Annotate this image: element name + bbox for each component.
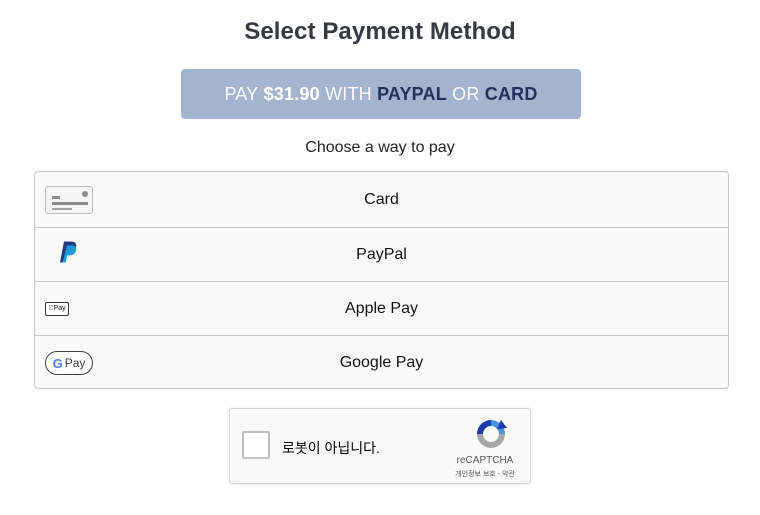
pay-button-card: CARD — [484, 83, 538, 104]
pay-button-or: OR — [452, 83, 480, 104]
recaptcha-widget: 로봇이 아닙니다. reCAPTCHA 개인정보 보호 - 약관 — [229, 408, 531, 484]
payment-option-card[interactable]: Card — [35, 172, 728, 228]
recaptcha-brand: reCAPTCHA — [456, 455, 514, 466]
payment-option-paypal[interactable]: PayPal — [35, 228, 728, 282]
choose-label: Choose a way to pay — [305, 139, 455, 156]
recaptcha-terms-link[interactable]: 약관 — [502, 471, 515, 478]
recaptcha-checkbox[interactable] — [242, 431, 270, 459]
payment-option-label: Card — [364, 190, 399, 208]
recaptcha-logo-icon — [474, 417, 508, 451]
payment-option-label: PayPal — [356, 245, 407, 263]
payment-option-label: Google Pay — [339, 354, 424, 371]
pay-button-with: WITH — [325, 83, 372, 104]
pay-button-paypal: PAYPAL — [377, 83, 447, 104]
pay-button[interactable]: PAY $31.90 WITH PAYPAL OR CARD — [181, 69, 581, 119]
payment-option-apple-pay[interactable]: Pay Apple Pay — [35, 282, 728, 336]
recaptcha-links: 개인정보 보호 - 약관 — [440, 469, 530, 479]
payment-option-label: Apple Pay — [345, 299, 418, 317]
pay-button-prefix: PAY — [224, 83, 259, 104]
payment-option-google-pay[interactable]: G Pay Google Pay — [35, 336, 728, 388]
page-title: Select Payment Method — [244, 18, 516, 45]
payment-method-list: Card PayPal Pay Apple Pay GPay Google P… — [34, 171, 729, 389]
recaptcha-label: 로봇이 아닙니다. — [282, 440, 380, 456]
recaptcha-link-separator: - — [497, 471, 501, 478]
recaptcha-privacy-link[interactable]: 개인정보 보호 — [455, 471, 496, 478]
pay-button-amount: $31.90 — [263, 83, 320, 104]
